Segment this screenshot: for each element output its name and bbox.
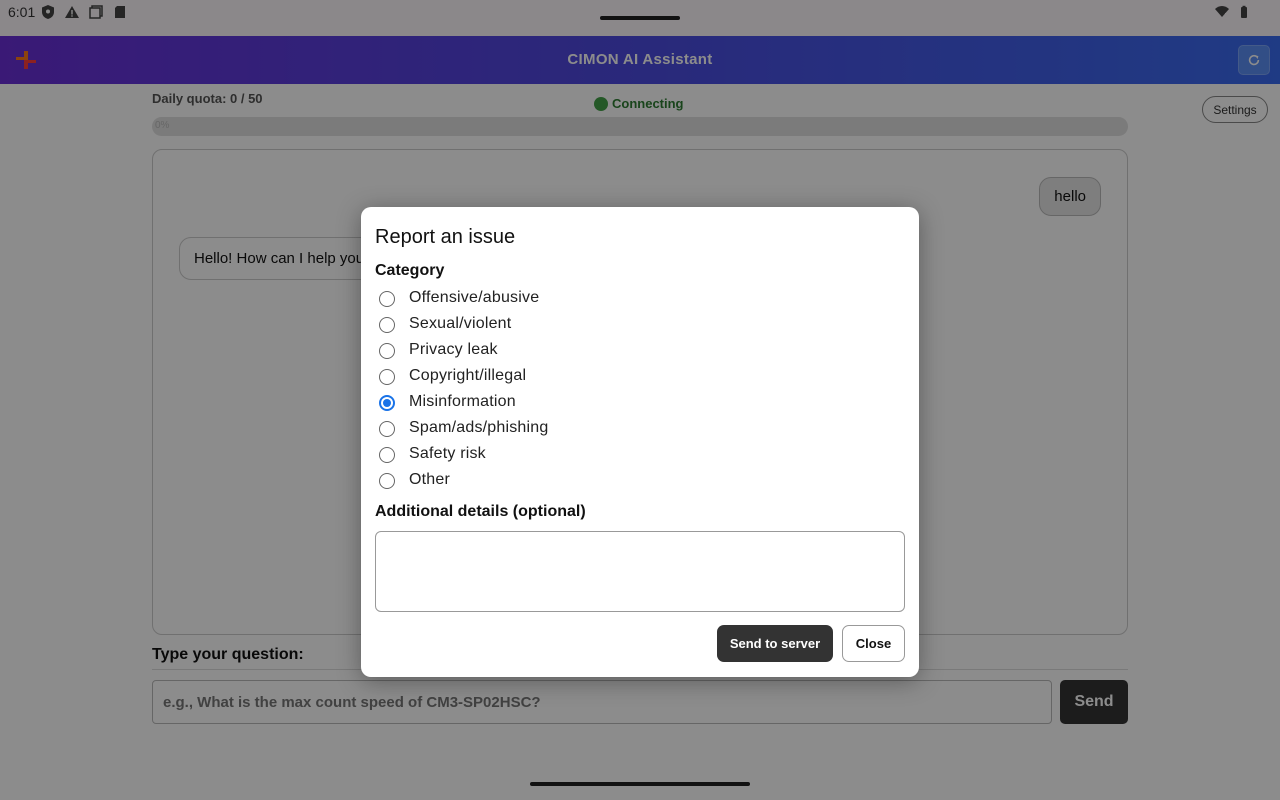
category-option-label: Safety risk <box>409 445 486 462</box>
category-option[interactable]: Spam/ads/phishing <box>379 415 549 441</box>
send-to-server-button[interactable]: Send to server <box>717 625 833 662</box>
category-option-label: Privacy leak <box>409 341 498 358</box>
category-option[interactable]: Other <box>379 467 549 493</box>
radio-checked-icon[interactable] <box>379 395 395 411</box>
radio-unchecked-icon[interactable] <box>379 291 395 307</box>
radio-unchecked-icon[interactable] <box>379 421 395 437</box>
radio-unchecked-icon[interactable] <box>379 369 395 385</box>
category-option-label: Sexual/violent <box>409 315 512 332</box>
category-option-label: Offensive/abusive <box>409 289 540 306</box>
radio-unchecked-icon[interactable] <box>379 473 395 489</box>
radio-unchecked-icon[interactable] <box>379 317 395 333</box>
details-label: Additional details (optional) <box>375 503 586 520</box>
dialog-title: Report an issue <box>375 226 516 248</box>
category-option-label: Misinformation <box>409 393 516 410</box>
radio-unchecked-icon[interactable] <box>379 343 395 359</box>
details-textarea[interactable] <box>375 531 905 612</box>
category-option[interactable]: Misinformation <box>379 389 549 415</box>
category-label: Category <box>375 262 445 279</box>
category-option-label: Copyright/illegal <box>409 367 527 384</box>
category-option-label: Other <box>409 471 451 488</box>
category-option[interactable]: Privacy leak <box>379 337 549 363</box>
category-option-label: Spam/ads/phishing <box>409 419 549 436</box>
category-option[interactable]: Sexual/violent <box>379 311 549 337</box>
report-issue-dialog: Report an issue Category Offensive/abusi… <box>361 207 919 677</box>
radio-unchecked-icon[interactable] <box>379 447 395 463</box>
category-option[interactable]: Safety risk <box>379 441 549 467</box>
category-option[interactable]: Copyright/illegal <box>379 363 549 389</box>
close-button[interactable]: Close <box>842 625 905 662</box>
category-radio-group: Offensive/abusive Sexual/violent Privacy l… <box>379 285 549 493</box>
category-option[interactable]: Offensive/abusive <box>379 285 549 311</box>
